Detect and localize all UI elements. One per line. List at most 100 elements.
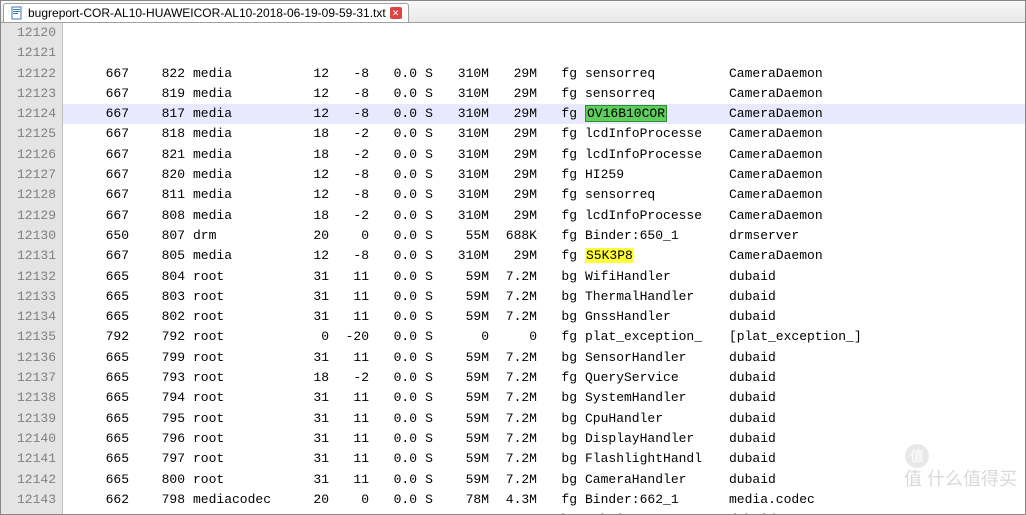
thread-name-cell: QueryService (577, 368, 721, 388)
cell: 31 (281, 429, 329, 449)
text-line[interactable]: 667811media12-80.0S310M29MfgsensorreqCam… (63, 185, 1025, 205)
thread-name-cell: lcdInfoProcesse (577, 124, 721, 144)
cell: 59M (441, 429, 489, 449)
tab-bar: bugreport-COR-AL10-HUAWEICOR-AL10-2018-0… (1, 1, 1025, 23)
text-line[interactable]: 667822media12-80.0S310M29MfgsensorreqCam… (63, 64, 1025, 84)
line-number: 12120 (9, 23, 56, 43)
cell: 817 (129, 104, 185, 124)
cell: 665 (65, 409, 129, 429)
text-line[interactable]: 667818media18-20.0S310M29MfglcdInfoProce… (63, 124, 1025, 144)
cell: S (417, 307, 441, 327)
cell: fg (537, 368, 577, 388)
process-name-cell: dubaid (721, 409, 776, 429)
cell: bg (537, 307, 577, 327)
cell: root (185, 510, 281, 514)
text-line[interactable]: 650807drm2000.0S55M688KfgBinder:650_1drm… (63, 226, 1025, 246)
cell: 0.0 (369, 429, 417, 449)
thread-name-cell: S5K3P8 (577, 246, 721, 266)
cell: 0 (329, 490, 369, 510)
cell: -8 (329, 104, 369, 124)
cell: S (417, 84, 441, 104)
cell: 818 (129, 124, 185, 144)
cell: 31 (281, 287, 329, 307)
text-line[interactable]: 665803root31110.0S59M7.2MbgThermalHandle… (63, 287, 1025, 307)
cell: 0.0 (369, 84, 417, 104)
cell: media (185, 165, 281, 185)
cell: S (417, 470, 441, 490)
cell: 310M (441, 246, 489, 266)
cell: 662 (65, 490, 129, 510)
cell: 4.3M (489, 490, 537, 510)
cell: root (185, 449, 281, 469)
cell: 310M (441, 104, 489, 124)
text-line[interactable]: 667819media12-80.0S310M29MfgsensorreqCam… (63, 84, 1025, 104)
cell: S (417, 206, 441, 226)
text-line[interactable]: 665795root31110.0S59M7.2MbgCpuHandlerdub… (63, 409, 1025, 429)
cell: 29M (489, 165, 537, 185)
text-line[interactable]: 665790root31110.0S59M7.2MbgDubaiStoraged… (63, 510, 1025, 514)
thread-name-cell: sensorreq (577, 84, 721, 104)
cell: 7.2M (489, 267, 537, 287)
cell: 7.2M (489, 409, 537, 429)
cell: 55M (441, 226, 489, 246)
text-line[interactable]: 665794root31110.0S59M7.2MbgSystemHandler… (63, 388, 1025, 408)
cell: 7.2M (489, 388, 537, 408)
cell: 0.0 (369, 327, 417, 347)
text-line[interactable]: 665799root31110.0S59M7.2MbgSensorHandler… (63, 348, 1025, 368)
cell: root (185, 287, 281, 307)
text-line[interactable]: 662798mediacodec2000.0S78M4.3MfgBinder:6… (63, 490, 1025, 510)
cell: -8 (329, 64, 369, 84)
cell: 18 (281, 145, 329, 165)
text-line[interactable]: 667805media12-80.0S310M29MfgS5K3P8Camera… (63, 246, 1025, 266)
text-line[interactable]: 665793root18-20.0S59M7.2MfgQueryServiced… (63, 368, 1025, 388)
cell: 59M (441, 470, 489, 490)
text-line[interactable]: 665796root31110.0S59M7.2MbgDisplayHandle… (63, 429, 1025, 449)
text-line[interactable]: 667821media18-20.0S310M29MfglcdInfoProce… (63, 145, 1025, 165)
thread-name-cell: sensorreq (577, 64, 721, 84)
cell: fg (537, 84, 577, 104)
text-line[interactable]: 667817media12-80.0S310M29MfgOV16B10CORCa… (63, 104, 1025, 124)
thread-name-cell: CpuHandler (577, 409, 721, 429)
text-line[interactable]: 665804root31110.0S59M7.2MbgWifiHandlerdu… (63, 267, 1025, 287)
cell: media (185, 84, 281, 104)
editor-area: 1212012121121221212312124121251212612127… (1, 23, 1025, 514)
cell: 665 (65, 449, 129, 469)
text-line[interactable]: 665797root31110.0S59M7.2MbgFlashlightHan… (63, 449, 1025, 469)
cell: 667 (65, 165, 129, 185)
cell: 59M (441, 307, 489, 327)
cell: S (417, 124, 441, 144)
cell: S (417, 429, 441, 449)
cell: 59M (441, 409, 489, 429)
cell: 667 (65, 104, 129, 124)
cell: 0.0 (369, 165, 417, 185)
cell: fg (537, 327, 577, 347)
close-icon[interactable]: ✕ (390, 7, 402, 19)
cell: bg (537, 267, 577, 287)
thread-name-cell: Binder:650_1 (577, 226, 721, 246)
cell: 667 (65, 185, 129, 205)
cell: 31 (281, 307, 329, 327)
text-line[interactable]: 665802root31110.0S59M7.2MbgGnssHandlerdu… (63, 307, 1025, 327)
text-line[interactable]: 667808media18-20.0S310M29MfglcdInfoProce… (63, 206, 1025, 226)
cell: 665 (65, 429, 129, 449)
cell: root (185, 307, 281, 327)
cell: 12 (281, 104, 329, 124)
cell: S (417, 409, 441, 429)
text-line[interactable]: 667820media12-80.0S310M29MfgHI259CameraD… (63, 165, 1025, 185)
file-tab[interactable]: bugreport-COR-AL10-HUAWEICOR-AL10-2018-0… (3, 3, 409, 22)
cell: 310M (441, 185, 489, 205)
cell: S (417, 287, 441, 307)
cell: 18 (281, 124, 329, 144)
cell: fg (537, 124, 577, 144)
text-line[interactable]: 792792root0-200.0S00fgplat_exception_[pl… (63, 327, 1025, 347)
cell: 7.2M (489, 368, 537, 388)
text-content[interactable]: 667822media12-80.0S310M29MfgsensorreqCam… (63, 23, 1025, 514)
thread-name-cell: sensorreq (577, 185, 721, 205)
cell: S (417, 510, 441, 514)
text-line[interactable]: 665800root31110.0S59M7.2MbgCameraHandler… (63, 470, 1025, 490)
cell: 11 (329, 470, 369, 490)
cell: S (417, 104, 441, 124)
cell: 59M (441, 267, 489, 287)
cell: 795 (129, 409, 185, 429)
cell: 12 (281, 165, 329, 185)
